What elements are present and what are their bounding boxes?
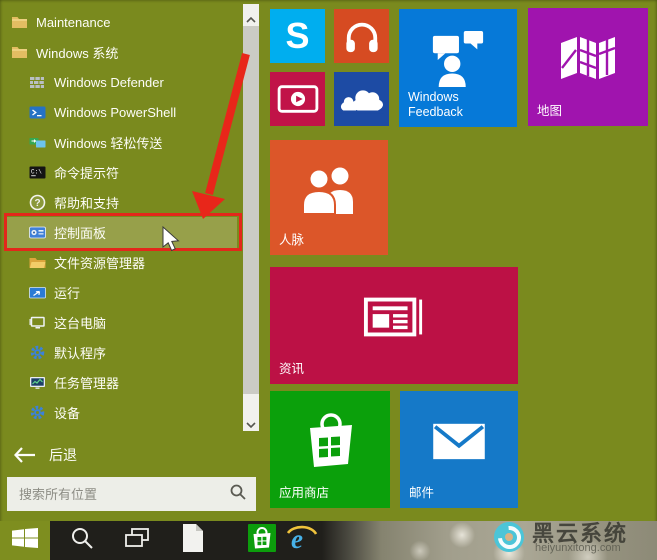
tile-label: Windows Feedback [408, 89, 463, 120]
menu-item-help-support[interactable]: ? 帮助和支持 [0, 187, 268, 217]
video-icon [270, 72, 325, 126]
taskbar: e [0, 521, 657, 560]
tile-mail[interactable]: 邮件 [400, 391, 518, 508]
tile-music[interactable] [334, 9, 389, 63]
menu-item-label: 帮助和支持 [54, 195, 120, 211]
menu-item-label: Maintenance [36, 14, 111, 30]
tile-news[interactable]: 资讯 [270, 267, 518, 384]
gear-icon [28, 403, 46, 421]
search-input[interactable] [17, 485, 230, 503]
search-icon [70, 526, 94, 555]
document-icon [181, 523, 205, 558]
back-label: 后退 [49, 447, 77, 463]
defender-icon [28, 73, 46, 91]
menu-item-windows-system[interactable]: Windows 系统 [0, 37, 250, 67]
tile-label: 应用商店 [279, 486, 330, 501]
windows-logo-icon [12, 528, 38, 553]
menu-item-easy-transfer[interactable]: Windows 轻松传送 [0, 127, 268, 157]
tile-label: 人脉 [279, 233, 305, 248]
menu-item-label: Windows PowerShell [54, 104, 177, 120]
onedrive-clouds-icon [334, 72, 389, 126]
run-icon [28, 283, 46, 301]
folder-icon [10, 13, 28, 31]
back-arrow-icon [13, 446, 37, 464]
help-icon: ? [28, 193, 46, 211]
menu-item-label: 运行 [54, 285, 81, 301]
menu-item-windows-powershell[interactable]: Windows PowerShell [0, 97, 268, 127]
taskbar-task-view-button[interactable] [119, 521, 155, 560]
newspaper-icon [270, 267, 518, 366]
folder-icon [10, 43, 28, 61]
menu-item-maintenance[interactable]: Maintenance [0, 7, 250, 37]
tile-video[interactable] [270, 72, 325, 126]
menu-item-this-pc[interactable]: 这台电脑 [0, 307, 268, 337]
scroll-down-icon[interactable] [246, 416, 256, 429]
tile-windows-feedback[interactable]: Windows Feedback [399, 9, 517, 127]
menu-item-file-explorer[interactable]: 文件资源管理器 [0, 247, 268, 277]
search-icon[interactable] [230, 484, 246, 505]
powershell-icon [28, 103, 46, 121]
scrollbar-thumb[interactable] [243, 26, 259, 394]
internet-explorer-icon: e [286, 521, 318, 560]
map-icon [528, 8, 648, 108]
tile-label: 邮件 [409, 486, 435, 501]
easy-transfer-icon [28, 133, 46, 151]
menu-item-default-programs[interactable]: 默认程序 [0, 337, 268, 367]
menu-scrollbar[interactable] [243, 4, 259, 431]
menu-item-label: 控制面板 [54, 225, 107, 241]
store-bag-icon [270, 391, 390, 490]
svg-text:?: ? [34, 198, 40, 209]
menu-item-label: Windows Defender [54, 74, 164, 90]
taskbar-document-button[interactable] [175, 521, 211, 560]
menu-item-label: 文件资源管理器 [54, 255, 146, 271]
this-pc-icon [28, 313, 46, 331]
tile-skype[interactable]: S [270, 9, 325, 63]
task-view-icon [124, 527, 150, 554]
svg-text:C:\: C:\ [31, 168, 42, 175]
taskbar-search-button[interactable] [64, 521, 100, 560]
menu-item-devices[interactable]: 设备 [0, 397, 268, 427]
menu-item-task-manager[interactable]: 任务管理器 [0, 367, 268, 397]
file-explorer-icon [28, 253, 46, 271]
menu-item-label: 任务管理器 [54, 375, 120, 391]
taskbar-store-button[interactable] [244, 521, 280, 560]
menu-item-windows-defender[interactable]: Windows Defender [0, 67, 268, 97]
start-button[interactable] [0, 521, 50, 560]
tile-people[interactable]: 人脉 [270, 140, 388, 255]
tile-label: 地图 [537, 104, 563, 119]
command-prompt-icon: C:\ [28, 163, 46, 181]
search-box [7, 477, 256, 511]
people-icon [270, 140, 388, 237]
menu-item-label: 默认程序 [54, 345, 107, 361]
headphones-icon [334, 9, 389, 63]
start-menu-screen: Maintenance Windows 系统 Windows Defender … [0, 0, 657, 560]
taskbar-internet-explorer-button[interactable]: e [284, 521, 320, 560]
tile-label: 资讯 [279, 362, 305, 377]
menu-item-command-prompt[interactable]: C:\ 命令提示符 [0, 157, 268, 187]
envelope-icon [400, 391, 518, 490]
tile-onedrive[interactable] [334, 72, 389, 126]
tile-maps[interactable]: 地图 [528, 8, 648, 126]
menu-item-label: Windows 系统 [36, 45, 119, 61]
gear-icon [28, 343, 46, 361]
menu-item-label: Windows 轻松传送 [54, 135, 163, 151]
scroll-up-icon[interactable] [246, 11, 256, 23]
menu-item-control-panel[interactable]: 控制面板 [0, 217, 268, 247]
menu-item-label: 这台电脑 [54, 315, 107, 331]
store-icon [248, 524, 276, 557]
back-button[interactable]: 后退 [13, 442, 77, 468]
menu-item-label: 设备 [54, 405, 81, 421]
menu-item-run[interactable]: 运行 [0, 277, 268, 307]
tile-store[interactable]: 应用商店 [270, 391, 390, 508]
menu-item-label: 命令提示符 [54, 165, 120, 181]
control-panel-icon [28, 223, 46, 241]
skype-icon: S [285, 15, 310, 56]
task-manager-icon [28, 373, 46, 391]
